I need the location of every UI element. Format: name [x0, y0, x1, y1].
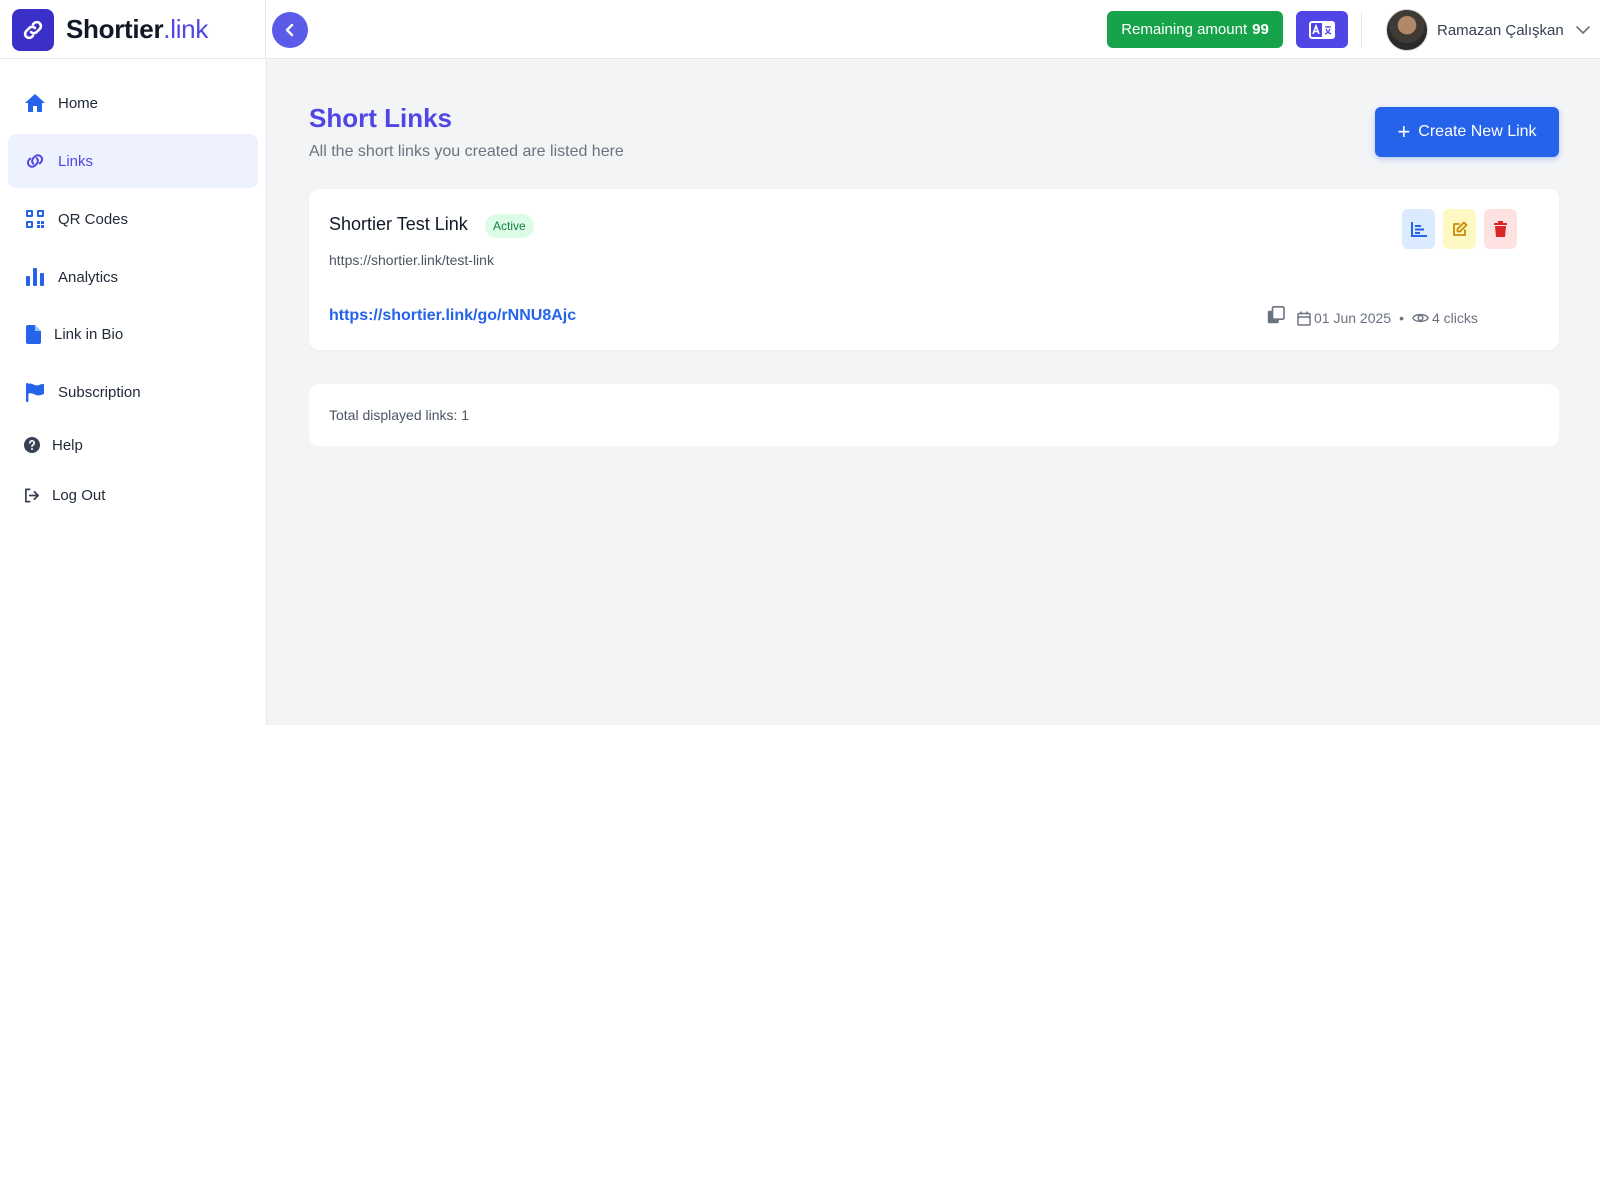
sidebar-item-links[interactable]: Links [8, 134, 258, 188]
sidebar-item-link-in-bio[interactable]: Link in Bio [8, 307, 258, 361]
remaining-value: 99 [1252, 21, 1269, 38]
summary-card: Total displayed links: 1 [309, 384, 1559, 446]
delete-link-button[interactable] [1484, 209, 1517, 249]
chevron-down-icon [1575, 26, 1590, 34]
sidebar-item-label: Subscription [58, 383, 141, 401]
avatar [1386, 9, 1428, 51]
top-bar: Shortier.link Remaining amount 99 Ramaza… [0, 0, 1600, 59]
brand[interactable]: Shortier.link [0, 0, 266, 59]
sidebar-item-log-out[interactable]: Log Out [8, 468, 258, 522]
short-url-link[interactable]: https://shortier.link/go/rNNU8Ajc [329, 307, 576, 325]
bar-chart-icon [24, 266, 46, 288]
sidebar-item-qr-codes[interactable]: QR Codes [8, 192, 258, 246]
flag-icon [24, 381, 46, 403]
sidebar-item-help[interactable]: Help [8, 418, 258, 472]
link-card: Shortier Test Link Active https://shorti… [309, 189, 1559, 350]
page-subtitle: All the short links you created are list… [309, 143, 624, 160]
link-clicks: 4 clicks [1431, 310, 1478, 326]
chevron-left-icon [285, 23, 294, 37]
brand-name: Shortier.link [66, 14, 209, 44]
meta-separator: • [1399, 310, 1404, 326]
sidebar-item-analytics[interactable]: Analytics [8, 250, 258, 304]
sidebar-item-home[interactable]: Home [8, 76, 258, 130]
user-name: Ramazan Çalışkan [1437, 21, 1564, 39]
sidebar-item-label: Home [58, 94, 99, 112]
remaining-label: Remaining amount [1121, 21, 1248, 38]
create-new-link-label: Create New Link [1418, 123, 1537, 140]
plus-icon: + [1397, 119, 1411, 144]
sidebar-item-subscription[interactable]: Subscription [8, 365, 258, 419]
qr-code-icon [24, 208, 46, 230]
link-statistics-button[interactable] [1402, 209, 1435, 249]
user-menu[interactable]: Ramazan Çalışkan [1386, 9, 1590, 51]
main-content: Short Links All the short links you crea… [267, 59, 1600, 725]
sidebar-item-label: Help [52, 436, 83, 454]
total-links-label: Total displayed links: 1 [329, 407, 470, 423]
home-icon [24, 92, 46, 114]
header-divider [1361, 12, 1362, 48]
sidebar: Home Links QR Codes Analytics Link in Bi… [0, 59, 267, 725]
logo-icon [12, 8, 54, 51]
copy-icon[interactable] [1267, 306, 1285, 329]
sidebar-item-label: Link in Bio [54, 325, 124, 343]
edit-link-button[interactable] [1443, 209, 1476, 249]
page-title: Short Links [309, 103, 453, 133]
question-circle-icon [24, 434, 40, 456]
chart-icon [1410, 221, 1427, 237]
sidebar-item-label: Analytics [58, 268, 119, 286]
translate-icon [1309, 20, 1335, 39]
link-icon [24, 150, 46, 172]
edit-icon [1452, 221, 1467, 236]
sign-out-icon [24, 484, 40, 506]
link-date: 01 Jun 2025 [1314, 310, 1392, 326]
calendar-icon [1297, 311, 1311, 326]
original-url: https://shortier.link/test-link [329, 252, 494, 268]
language-button[interactable] [1296, 11, 1348, 48]
link-meta: 01 Jun 2025 • 4 clicks [1297, 307, 1478, 329]
link-title: Shortier Test Link [329, 214, 468, 234]
trash-icon [1494, 221, 1507, 237]
remaining-amount-badge[interactable]: Remaining amount 99 [1107, 11, 1283, 48]
sidebar-item-label: Log Out [52, 486, 106, 504]
eye-icon [1412, 313, 1429, 323]
status-badge: Active [485, 214, 534, 238]
sidebar-item-label: QR Codes [58, 210, 129, 228]
sidebar-item-label: Links [58, 152, 94, 170]
create-new-link-button[interactable]: + Create New Link [1375, 107, 1559, 157]
sidebar-collapse-button[interactable] [272, 12, 308, 48]
file-icon [24, 323, 42, 345]
